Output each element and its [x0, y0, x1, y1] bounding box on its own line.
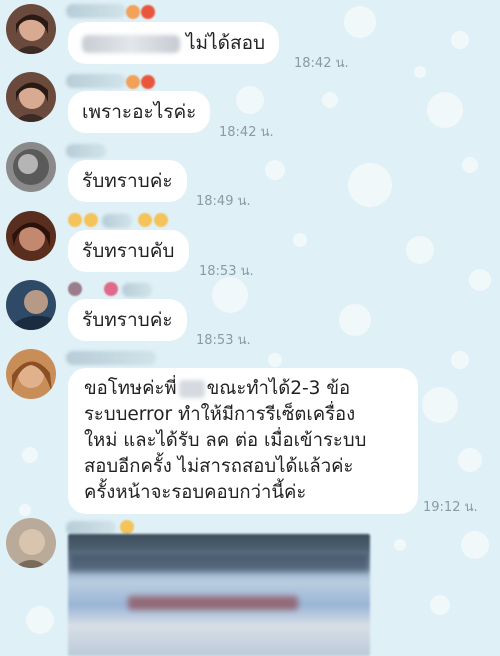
emoji-icon	[126, 75, 140, 89]
emoji-icon	[68, 213, 82, 227]
message-text: เพราะอะไรค่ะ	[82, 101, 197, 123]
emoji-icon	[84, 213, 98, 227]
message-time: 18:42 น.	[294, 56, 349, 71]
message-bubble[interactable]: รับทราบค่ะ	[68, 299, 187, 341]
message-line: ใหม่ และได้รับ ลค ต่อ เมื่อเข้าระบบ	[84, 430, 367, 451]
avatar[interactable]	[6, 211, 56, 261]
sender-name-blurred	[66, 144, 106, 158]
message-bubble[interactable]: รับทราบค่ะ	[68, 160, 187, 202]
message-time: 19:12 น.	[423, 500, 478, 515]
avatar[interactable]	[6, 4, 56, 54]
sender-name-blurred	[66, 521, 116, 535]
emoji-icon	[68, 282, 82, 296]
sender-name-blurred	[66, 4, 126, 18]
avatar[interactable]	[6, 518, 56, 568]
emoji-icon	[138, 213, 152, 227]
message-line: ระบบerror ทำให้มีการรีเซ็ตเครื่อง	[84, 404, 356, 425]
image-message-blurred[interactable]	[68, 534, 370, 656]
avatar[interactable]	[6, 142, 56, 192]
emoji-icon	[141, 5, 155, 19]
message-line: สอบอีกครั้ง ไม่สารถสอบได้แล้วค่ะ	[84, 456, 354, 477]
redacted-name	[178, 380, 205, 398]
message-time: 18:53 น.	[196, 333, 251, 348]
message-line: ขอโทษค่ะพี่ ขณะทำได้2-3 ข้อ	[84, 378, 351, 399]
image-content	[128, 596, 298, 610]
message-line: ครั้งหน้าจะรอบคอบกว่านี้ค่ะ	[84, 482, 307, 503]
avatar[interactable]	[6, 280, 56, 330]
message-text: รับทราบค่ะ	[82, 170, 173, 192]
emoji-icon	[120, 520, 134, 534]
message-time: 18:49 น.	[196, 194, 251, 209]
emoji-icon	[126, 5, 140, 19]
sender-name-blurred	[66, 351, 156, 365]
emoji-icon	[154, 213, 168, 227]
message-text: ไม่ได้สอบ	[186, 32, 266, 54]
message-time: 18:42 น.	[219, 125, 274, 140]
message-bubble[interactable]: รับทราบคับ	[68, 230, 189, 272]
message-bubble[interactable]: เพราะอะไรค่ะ	[68, 91, 211, 133]
message-text: รับทราบค่ะ	[82, 309, 173, 331]
message-bubble[interactable]: ขอโทษค่ะพี่ ขณะทำได้2-3 ข้อ ระบบerror ทำใ…	[68, 368, 418, 514]
avatar[interactable]	[6, 72, 56, 122]
sender-name-blurred	[66, 74, 126, 88]
message-time: 18:53 น.	[199, 264, 254, 279]
redacted-name	[82, 34, 180, 53]
emoji-icon	[104, 282, 118, 296]
message-text: รับทราบคับ	[82, 240, 175, 262]
sender-name-blurred	[122, 283, 152, 297]
message-bubble[interactable]: ไม่ได้สอบ	[68, 22, 280, 64]
avatar[interactable]	[6, 349, 56, 399]
image-content	[68, 554, 370, 572]
sender-name-blurred	[102, 214, 132, 228]
emoji-icon	[141, 75, 155, 89]
